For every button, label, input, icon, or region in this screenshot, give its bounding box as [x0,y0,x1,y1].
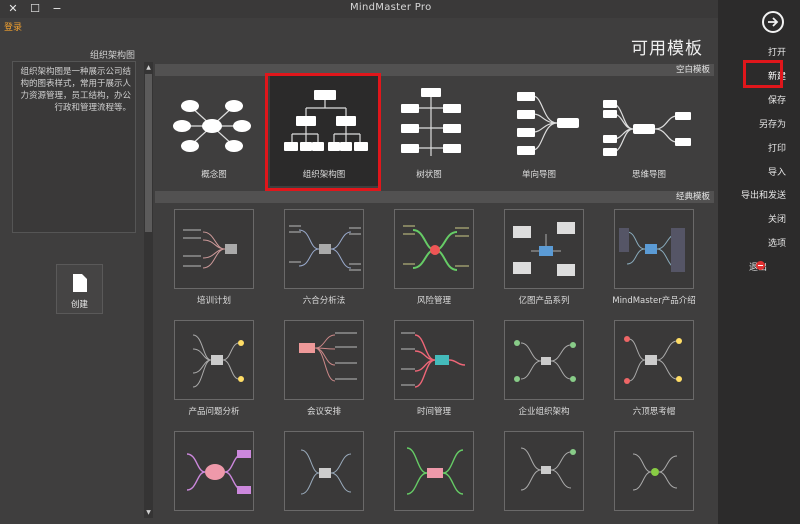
template-label: MindMaster产品介绍 [612,296,696,306]
title-bar: ✕ ☐ − MindMaster Pro [0,0,718,18]
minimize-window-button[interactable]: − [44,0,70,18]
login-link[interactable]: 登录 [4,20,22,33]
template-thumbnail[interactable] [504,209,584,289]
tree-chart-icon [401,88,461,156]
template-preview-icon [514,340,576,382]
vertical-scrollbar[interactable]: ▲ ▼ [144,62,153,518]
menu-item-export-send[interactable]: 导出和发送 [741,188,786,201]
scroll-down-icon[interactable]: ▼ [144,508,153,517]
arrow-right-circle-icon [768,17,779,27]
template-thumbnail[interactable] [394,320,474,400]
template-thumbnail[interactable] [394,431,474,511]
template-label: 时间管理 [416,407,451,417]
template-preview-icon [624,336,682,384]
template-thumbnail[interactable] [174,209,254,289]
template-thumbnail[interactable] [174,431,254,511]
menu-item-print[interactable]: 打印 [768,141,786,154]
template-preview-icon [401,332,466,388]
template-preview-icon [300,449,352,495]
scroll-thumb[interactable] [145,74,152,232]
template-thumbnail[interactable] [284,431,364,511]
template-heading: 组织架构图 [90,51,136,61]
template-preview-icon [192,334,244,388]
template-preview-icon [289,225,361,271]
template-preview-icon [632,453,678,491]
app-window: ✕ ☐ − MindMaster Pro 登录 打开 新建 保存 另存为 打印 … [0,0,800,524]
template-preview-icon [403,225,469,271]
template-label: 会议安排 [306,407,341,417]
menu-item-close[interactable]: 关闭 [768,212,786,225]
template-preview-icon [513,222,575,276]
menu-item-save-as[interactable]: 另存为 [759,117,786,130]
template-label: 单向导图 [521,170,556,180]
template-preview-icon [186,450,251,494]
menu-item-open[interactable]: 打开 [768,45,786,58]
new-highlight-frame [743,60,783,88]
classic-templates-header: 经典模板 [155,191,714,203]
template-label: 企业组织架构 [518,407,570,417]
template-preview-icon [299,332,357,382]
maximize-icon: ☐ [30,2,40,15]
template-preview-icon [619,228,685,272]
template-preview-icon [183,229,237,269]
create-button[interactable]: 创建 [56,264,103,314]
template-thumbnail[interactable] [504,320,584,400]
template-thumbnail[interactable] [174,320,254,400]
new-document-icon [73,274,87,292]
template-thumbnail[interactable] [614,320,694,400]
template-thumbnail[interactable] [284,209,364,289]
template-thumbnail[interactable] [504,431,584,511]
template-label: 风险管理 [416,296,451,306]
scroll-up-icon[interactable]: ▲ [144,63,153,72]
right-map-icon [517,92,579,155]
window-title: MindMaster Pro [350,2,432,13]
template-label: 培训计划 [196,296,231,306]
template-preview-icon [406,447,464,495]
template-description: 组织架构图是一种展示公司结构的图表样式，常用于展示人力资源管理，员工结构，办公行… [20,67,131,113]
create-label: 创建 [70,300,88,310]
template-thumbnail[interactable] [394,209,474,289]
template-label: 六合分析法 [302,296,346,306]
template-thumbnail[interactable] [284,320,364,400]
template-preview-icon [520,447,576,491]
template-thumbnail[interactable] [614,209,694,289]
template-label: 概念图 [201,170,227,180]
template-label: 六顶思考帽 [632,407,676,417]
minimize-icon: − [52,2,62,15]
template-thumbnail[interactable] [614,431,694,511]
template-label: 树状图 [416,170,442,180]
back-button[interactable] [762,11,784,33]
page-title: 可用模板 [631,39,703,59]
blank-templates-header: 空白模板 [155,64,714,76]
template-mind-map[interactable]: 思维导图 [595,76,703,186]
template-tree-chart[interactable]: 树状图 [375,76,483,186]
close-icon: ✕ [8,2,18,15]
template-concept-map[interactable]: 概念图 [160,76,268,186]
template-label: 思维导图 [631,170,666,180]
description-box: 组织架构图是一种展示公司结构的图表样式，常用于展示人力资源管理，员工结构，办公行… [12,61,136,233]
template-label: 产品问题分析 [188,407,240,417]
menu-item-save[interactable]: 保存 [768,93,786,106]
mind-map-icon [603,100,691,156]
exit-icon [756,261,765,270]
menu-item-options[interactable]: 选项 [768,236,786,249]
template-label: 亿图产品系列 [518,296,570,306]
template-right-map[interactable]: 单向导图 [485,76,593,186]
selected-template-highlight [265,73,381,191]
concept-map-icon [173,100,251,152]
menu-item-import[interactable]: 导入 [768,165,786,178]
